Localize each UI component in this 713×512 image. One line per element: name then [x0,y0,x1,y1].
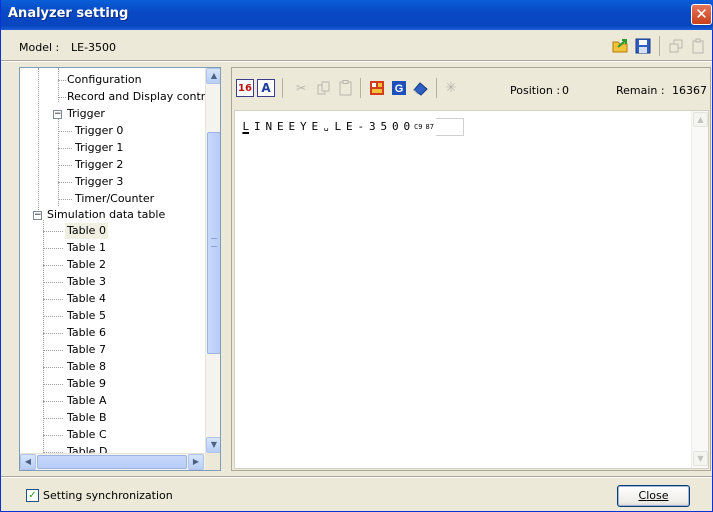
data-char-hex[interactable]: 87 [424,118,436,136]
tree-item-trigger[interactable]: Trigger [67,106,105,122]
tree-item-trigger-3[interactable]: Trigger 3 [75,174,123,190]
eraser-icon[interactable] [412,79,430,97]
analyzer-setting-window: Analyzer setting ✕ Model : LE-3500 Confi… [0,0,713,512]
data-char[interactable]: E [344,118,356,136]
data-char[interactable]: - [355,118,367,136]
scrollbar-corner [205,453,220,470]
cut-icon: ✂ [295,81,307,95]
hex-mode-icon[interactable]: 16 [236,79,254,97]
close-button[interactable]: Close [617,485,690,507]
position-value: 0 [562,84,569,97]
copy-settings-icon [666,36,686,56]
window-close-button[interactable]: ✕ [691,4,712,25]
data-char[interactable]: E [286,118,298,136]
header-separator [1,60,712,62]
data-char[interactable]: L [332,118,344,136]
footer-separator [1,476,712,478]
fill-icon[interactable] [368,79,386,97]
tree-item-configuration[interactable]: Configuration [67,72,142,88]
data-char[interactable]: 3 [367,118,379,136]
scroll-right-arrow-icon[interactable]: ▶ [188,454,204,470]
data-char[interactable]: I [252,118,264,136]
data-end-cell[interactable] [435,118,464,136]
paste-icon [337,79,355,97]
data-char-hex[interactable]: C9 [413,118,425,136]
data-char[interactable]: Y [298,118,310,136]
tree-horizontal-scrollbar[interactable]: ◀ ▶ [20,453,205,470]
tree-item-record-and-display-control[interactable]: Record and Display control [67,89,205,105]
copy-icon [315,79,333,97]
remain-value: 16367 [672,84,707,97]
tree-item-timer-counter[interactable]: Timer/Counter [75,191,154,207]
paste-settings-icon [688,36,708,56]
tree-scroll-thumb[interactable] [207,132,220,354]
data-char[interactable]: N [263,118,275,136]
settings-sun-icon: ✳ [445,80,457,96]
tree-item-trigger-0[interactable]: Trigger 0 [75,123,123,139]
table-editor-panel: 16 A ✂ G ✳ Position : 0 Remain: 16367 L… [231,67,711,471]
model-row: Model : LE-3500 [1,30,712,60]
tree-item-table-8[interactable]: Table 8 [67,359,106,375]
sync-checkbox[interactable]: ✓ [26,489,39,502]
data-table-editor[interactable]: L I N E E Y E ␣ L E - 3 5 0 0 C9 87 ▲ ▼ [234,110,709,469]
tree-item-table-b[interactable]: Table B [67,410,107,426]
tree-content: Configuration Record and Display control… [20,68,205,453]
scroll-up-arrow-icon[interactable]: ▲ [206,68,220,84]
sync-label: Setting synchronization [43,489,173,502]
trigger-collapse-icon[interactable]: − [53,110,62,119]
setting-synchronization-option[interactable]: ✓ Setting synchronization [26,489,173,502]
tree-item-table-9[interactable]: Table 9 [67,376,106,392]
position-label: Position : [510,84,561,97]
settings-tree: Configuration Record and Display control… [19,67,221,471]
data-char[interactable]: 0 [390,118,402,136]
tree-item-table-5[interactable]: Table 5 [67,308,106,324]
save-icon[interactable] [633,36,653,56]
ascii-mode-icon[interactable]: A [257,79,275,97]
tree-item-table-7[interactable]: Table 7 [67,342,106,358]
data-char[interactable]: L [240,118,252,136]
editor-scroll-down-arrow-icon[interactable]: ▼ [693,451,708,466]
data-char[interactable]: 0 [401,118,413,136]
data-char[interactable]: E [309,118,321,136]
tree-hscroll-thumb[interactable] [37,455,187,469]
tree-item-table-1[interactable]: Table 1 [67,240,106,256]
close-button-label: lose [646,489,669,502]
remain-label: Remain : [616,84,665,97]
tree-item-table-3[interactable]: Table 3 [67,274,106,290]
tree-item-table-6[interactable]: Table 6 [67,325,106,341]
tree-item-table-2[interactable]: Table 2 [67,257,106,273]
tree-item-table-0[interactable]: Table 0 [65,223,108,239]
title-bar[interactable]: Analyzer setting ✕ [1,0,713,30]
data-char[interactable]: E [275,118,287,136]
editor-vertical-scrollbar[interactable]: ▲ ▼ [691,111,708,468]
generate-icon[interactable]: G [390,79,408,97]
tree-item-table-c[interactable]: Table C [67,427,107,443]
scroll-left-arrow-icon[interactable]: ◀ [20,454,36,470]
svg-text:G: G [395,83,404,95]
tree-item-table-d[interactable]: Table D [67,444,107,453]
tree-item-trigger-2[interactable]: Trigger 2 [75,157,123,173]
tree-item-simulation-data-table[interactable]: Simulation data table [47,207,165,223]
tree-item-trigger-1[interactable]: Trigger 1 [75,140,123,156]
model-label: Model : [19,41,60,54]
tree-item-table-4[interactable]: Table 4 [67,291,106,307]
tree-item-table-a[interactable]: Table A [67,393,106,409]
scroll-down-arrow-icon[interactable]: ▼ [206,437,220,453]
data-char[interactable]: 5 [378,118,390,136]
data-characters[interactable]: L I N E E Y E ␣ L E - 3 5 0 0 C9 87 [240,118,464,136]
simulation-collapse-icon[interactable]: − [33,211,42,220]
open-folder-icon[interactable] [611,36,631,56]
window-title: Analyzer setting [8,6,129,21]
tree-vertical-scrollbar[interactable]: ▲ ▼ [205,68,220,453]
editor-scroll-up-arrow-icon[interactable]: ▲ [693,112,708,127]
data-char-space[interactable]: ␣ [321,118,333,136]
model-value: LE-3500 [71,41,117,54]
top-toolbar [611,34,708,58]
toolbar-separator [659,36,660,56]
editor-toolbar: 16 A ✂ G ✳ Position : 0 Remain: 16367 [232,68,710,110]
